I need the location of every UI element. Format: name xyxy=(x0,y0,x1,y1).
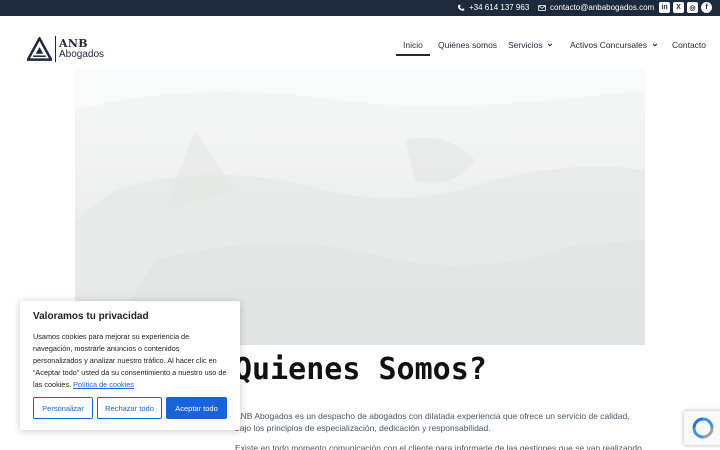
social-links: in X ◎ f xyxy=(659,2,712,13)
cookie-text: Usamos cookies para mejorar su experienc… xyxy=(33,331,227,391)
customize-button[interactable]: Personalizar xyxy=(33,397,93,419)
page-title: Quienes Somos? xyxy=(234,352,487,387)
cookie-title: Valoramos tu privacidad xyxy=(33,311,149,322)
cookie-consent-banner: Valoramos tu privacidad Usamos cookies p… xyxy=(20,301,240,430)
cookie-actions: Personalizar Rechazar todo Aceptar todo xyxy=(33,397,227,419)
cookie-policy-link[interactable]: Política de cookies xyxy=(73,380,134,389)
instagram-icon[interactable]: ◎ xyxy=(687,2,698,13)
nav-item-label: Activos Concursales xyxy=(570,40,648,50)
nav-item-servicios[interactable]: Servicios xyxy=(508,40,553,50)
logo-line1: ANB xyxy=(59,37,88,50)
top-bar: +34 614 137 963 contacto@anbabogados.com… xyxy=(0,0,720,16)
reject-all-button[interactable]: Rechazar todo xyxy=(97,397,162,419)
nav-item-label: Quiénes somos xyxy=(438,40,498,50)
recaptcha-badge[interactable] xyxy=(684,411,720,445)
site-logo[interactable]: ANB Abogados xyxy=(27,36,104,62)
chevron-down-icon xyxy=(548,43,553,47)
envelope-icon xyxy=(538,4,546,11)
nav-item-label: Servicios xyxy=(508,40,543,50)
intro-paragraph: ANB Abogados es un despacho de abogados … xyxy=(235,411,630,433)
phone-number[interactable]: +34 614 137 963 xyxy=(469,3,529,12)
site-header: ANB Abogados Inicio Quiénes somos Servic… xyxy=(0,16,720,74)
accept-all-button[interactable]: Aceptar todo xyxy=(166,397,227,419)
nav-item-inicio[interactable]: Inicio xyxy=(396,40,430,56)
chevron-down-icon xyxy=(652,43,658,47)
nav-item-quienes-somos[interactable]: Quiénes somos xyxy=(438,40,497,50)
logo-triangle-icon xyxy=(27,37,52,61)
logo-divider xyxy=(55,36,56,62)
nav-item-contacto[interactable]: Contacto xyxy=(672,40,706,50)
linkedin-icon[interactable]: in xyxy=(659,2,670,13)
email-link[interactable]: contacto@anbabogados.com xyxy=(538,3,654,12)
recaptcha-icon xyxy=(692,417,714,439)
phone-link[interactable]: +34 614 137 963 xyxy=(457,3,529,12)
logo-line2: Abogados xyxy=(59,49,105,60)
nav-item-label: Inicio xyxy=(403,40,423,50)
x-twitter-icon[interactable]: X xyxy=(673,2,684,13)
email-address[interactable]: contacto@anbabogados.com xyxy=(550,3,654,12)
second-paragraph: Existe en todo momento comunicación con … xyxy=(235,443,642,450)
facebook-icon[interactable]: f xyxy=(701,2,712,13)
logo-wordmark: ANB Abogados xyxy=(59,38,104,60)
nav-item-activos-concursales[interactable]: Activos Concursales xyxy=(570,40,658,50)
nav-item-label: Contacto xyxy=(672,40,707,50)
phone-icon xyxy=(457,4,465,11)
